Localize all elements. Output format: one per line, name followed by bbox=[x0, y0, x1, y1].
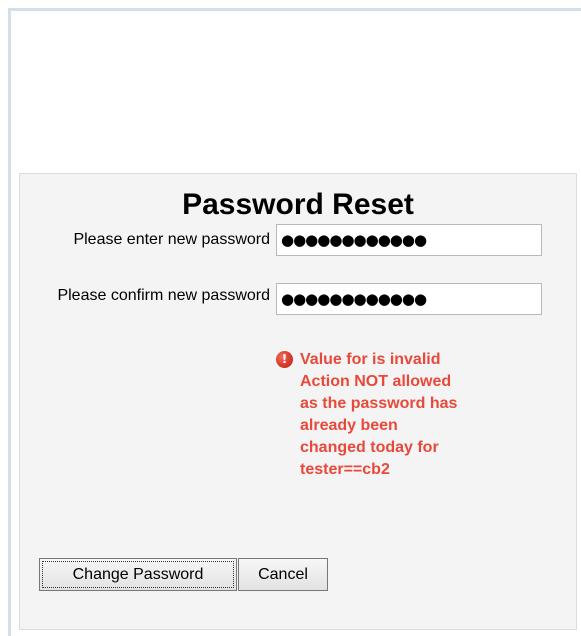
confirm-password-label: Please confirm new password bbox=[57, 287, 270, 304]
password-reset-panel: Password Reset Please enter new password… bbox=[19, 173, 577, 630]
page-title: Password Reset bbox=[182, 188, 414, 221]
error-text: Value for is invalid Action NOT allowed … bbox=[300, 351, 458, 478]
cancel-button[interactable]: Cancel bbox=[238, 558, 328, 591]
new-password-label: Please enter new password bbox=[73, 231, 270, 248]
new-password-field[interactable]: ●●●●●●●●●●●● bbox=[276, 224, 542, 256]
confirm-password-field[interactable]: ●●●●●●●●●●●● bbox=[276, 283, 542, 315]
change-password-button[interactable]: Change Password bbox=[39, 558, 237, 591]
browser-viewport: Password Reset Please enter new password… bbox=[0, 0, 581, 636]
exclamation-circle-icon: ! bbox=[276, 351, 293, 368]
